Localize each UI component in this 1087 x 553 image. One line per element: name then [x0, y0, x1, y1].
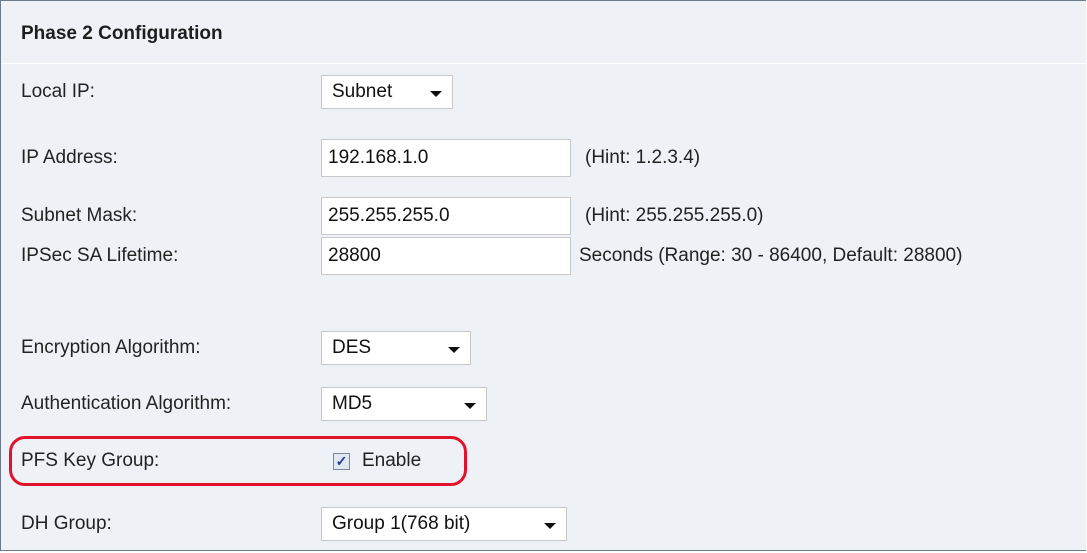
ipsec-lifetime-label: IPSec SA Lifetime: [21, 245, 179, 266]
pfs-enable-label[interactable]: Enable [362, 450, 421, 472]
dh-group-value: Group 1(768 bit) [332, 513, 471, 534]
encryption-label: Encryption Algorithm: [21, 337, 201, 358]
subnet-mask-hint: (Hint: 255.255.255.0) [585, 205, 764, 226]
pfs-row: PFS Key Group: ✓ Enable [1, 435, 1086, 487]
ipsec-lifetime-row: IPSec SA Lifetime: 28800 Seconds (Range:… [1, 227, 1086, 285]
section-title: Phase 2 Configuration [21, 23, 223, 44]
ip-address-value: 192.168.1.0 [328, 147, 429, 168]
ip-address-row: IP Address: 192.168.1.0 (Hint: 1.2.3.4) [1, 129, 1086, 187]
local-ip-row: Local IP: Subnet [1, 63, 1086, 121]
checkmark-icon: ✓ [335, 453, 348, 469]
ip-address-hint: (Hint: 1.2.3.4) [585, 147, 701, 168]
pfs-label: PFS Key Group: [21, 450, 160, 471]
authentication-label: Authentication Algorithm: [21, 393, 232, 414]
ip-address-input[interactable]: 192.168.1.0 [321, 139, 571, 177]
phase2-config-panel: Phase 2 Configuration Local IP: Subnet I… [0, 0, 1086, 551]
ipsec-lifetime-value: 28800 [328, 245, 381, 266]
local-ip-value: Subnet [332, 81, 393, 102]
ip-address-label: IP Address: [21, 147, 118, 168]
local-ip-label: Local IP: [21, 81, 95, 102]
local-ip-select[interactable]: Subnet [321, 75, 453, 109]
dh-group-select[interactable]: Group 1(768 bit) [321, 507, 567, 541]
pfs-enable-checkbox[interactable]: ✓ [333, 452, 350, 470]
ipsec-lifetime-input[interactable]: 28800 [321, 237, 571, 275]
authentication-select[interactable]: MD5 [321, 387, 487, 421]
encryption-row: Encryption Algorithm: DES [1, 319, 1086, 377]
caret-down-icon [544, 522, 556, 529]
caret-down-icon [430, 90, 442, 97]
caret-down-icon [464, 402, 476, 409]
subnet-mask-value: 255.255.255.0 [328, 205, 450, 226]
ipsec-lifetime-hint: Seconds (Range: 30 - 86400, Default: 288… [579, 245, 963, 266]
encryption-value: DES [332, 337, 372, 358]
dh-group-label: DH Group: [21, 513, 112, 534]
caret-down-icon [448, 346, 460, 353]
authentication-value: MD5 [332, 393, 373, 414]
authentication-row: Authentication Algorithm: MD5 [1, 375, 1086, 433]
encryption-select[interactable]: DES [321, 331, 471, 365]
dh-group-row: DH Group: Group 1(768 bit) [1, 495, 1086, 553]
